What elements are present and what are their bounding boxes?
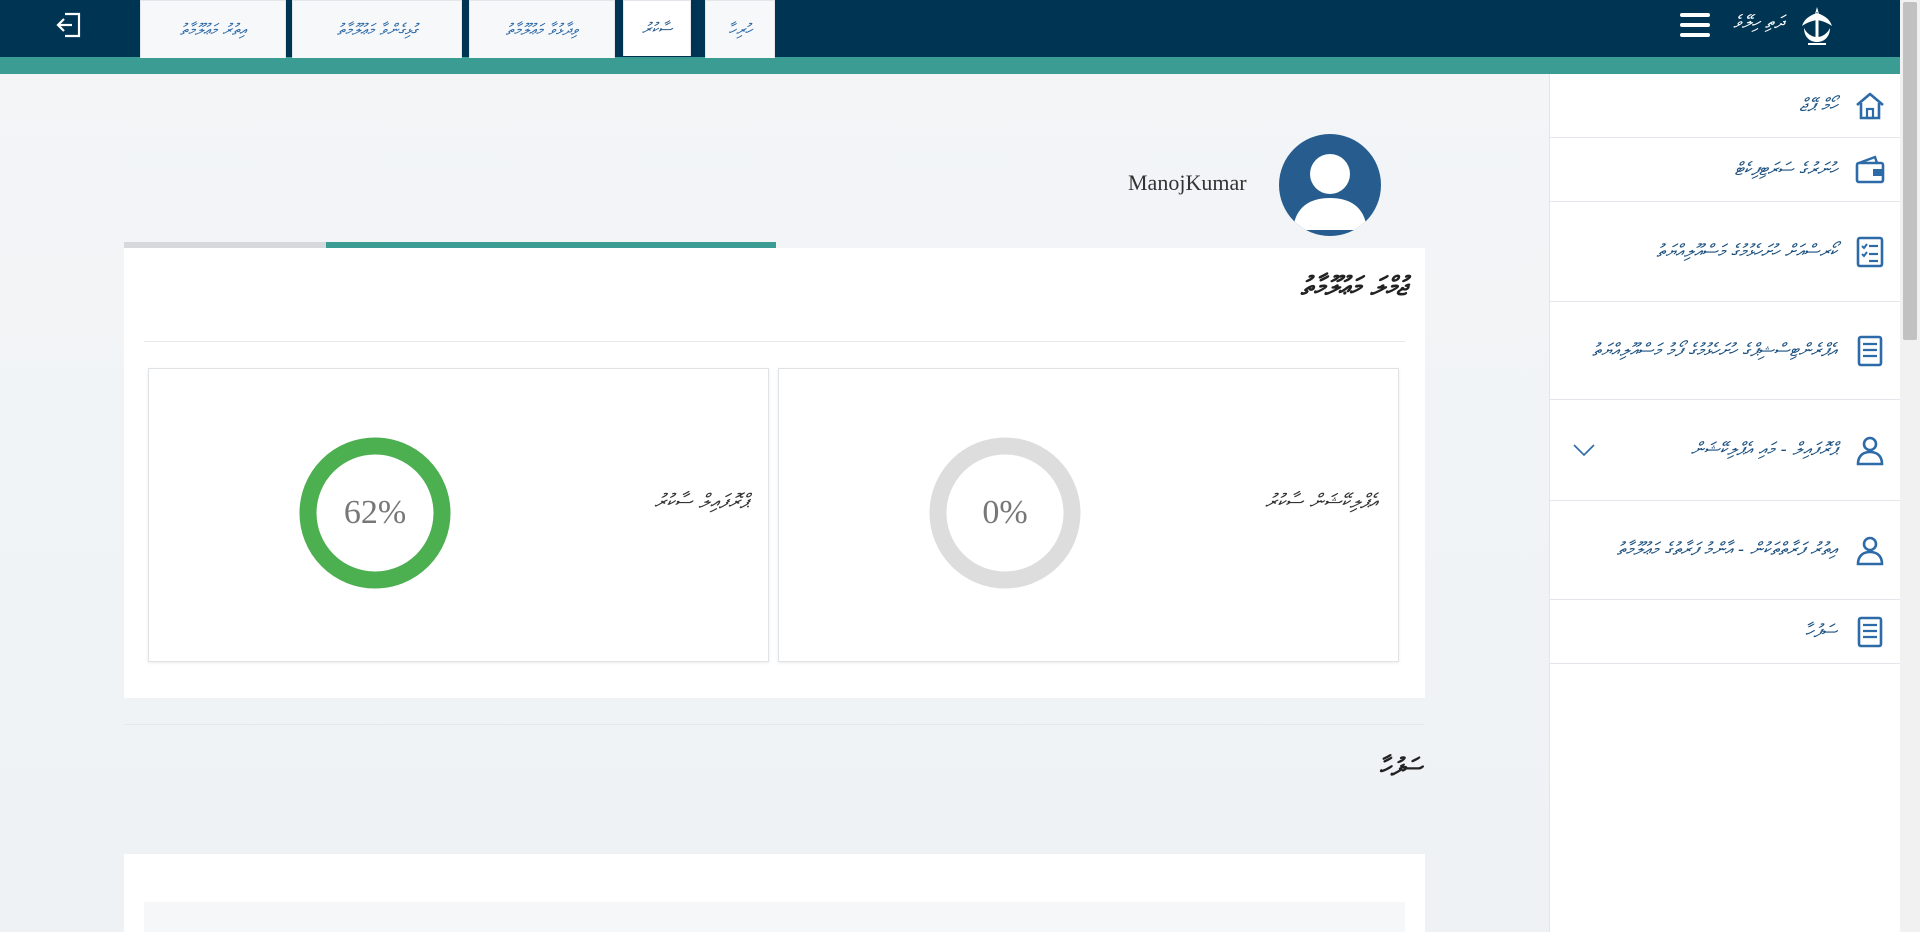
sidebar-item-apprenticeship-applications[interactable]: އެޕްރެންޓިސްޝިޕްގެ ހުށަހެޅުމުގެ ފޯމު މަސ… bbox=[1550, 302, 1901, 400]
profile-score-value: 62% bbox=[343, 494, 407, 531]
tab-info[interactable]: ވިދާޅުވާ މަޢުލޫމާތު bbox=[469, 0, 615, 58]
avatar bbox=[1279, 134, 1381, 236]
sidebar-item-label: އިތުރު ފަރާތްތަކުން - އާންމު ފަރާތުގެ މަ… bbox=[1616, 539, 1837, 560]
table-header bbox=[144, 902, 1405, 932]
hamburger-menu-icon[interactable] bbox=[1678, 10, 1712, 40]
summary-panel: ޖުމްލަ މަޢުލޫމާތު އެޕްލިކޭޝަން ސާކުރު 0%… bbox=[124, 248, 1425, 698]
sidebar-item-label: ހުނަރުގެ ސަރަޓިފިކެޓް bbox=[1734, 158, 1837, 180]
application-score-value: 0% bbox=[982, 494, 1028, 531]
site-title: ދަތި ހިލޭވެ bbox=[1733, 12, 1784, 33]
sidebar-item-home[interactable]: ހޯމް ޕޭޖް bbox=[1550, 74, 1901, 138]
profile-score-card: ޕްރޮފައިލް ސާކުރު 62% bbox=[148, 368, 769, 662]
card-label: އެޕްލިކޭޝަން ސާކުރު bbox=[1265, 489, 1378, 513]
user-icon bbox=[1856, 536, 1884, 566]
chevron-down-icon[interactable] bbox=[1572, 443, 1596, 457]
application-score-card: އެޕްލިކޭޝަން ސާކުރު 0% bbox=[778, 368, 1399, 662]
tab-score[interactable]: ސާކުރު bbox=[623, 0, 691, 56]
scrollbar-thumb[interactable] bbox=[1903, 2, 1917, 340]
sidebar-item-label: އެޕްރެންޓިސްޝިޕްގެ ހުށަހެޅުމުގެ ފޯމު މަސ… bbox=[1592, 339, 1837, 361]
sidebar-item-course-applications[interactable]: ކޯރސްއަށް ހުށަހެޅުމުގެ މަސްއޫލިއްޔަތު bbox=[1550, 202, 1901, 302]
tab-all[interactable]: ހުރިހާ bbox=[705, 0, 775, 58]
sidebar-item-label: ހޯމް ޕޭޖް bbox=[1799, 94, 1837, 116]
sidebar-item-page[interactable]: ސަފުހާ bbox=[1550, 600, 1901, 664]
sidebar-item-public-info[interactable]: އިތުރު ފަރާތްތަކުން - އާންމު ފަރާތުގެ މަ… bbox=[1550, 501, 1901, 600]
emblem-icon bbox=[1802, 7, 1832, 45]
header-stripe bbox=[0, 57, 1900, 74]
checklist-icon bbox=[1856, 236, 1884, 267]
sidebar-item-label: ސަފުހާ bbox=[1804, 620, 1837, 642]
divider bbox=[144, 341, 1405, 342]
tab-related-info[interactable]: ގުޅިގެންވާ މަޢުލޫމާތު bbox=[292, 0, 462, 58]
avatar-user-icon bbox=[1293, 154, 1367, 230]
user-icon bbox=[1856, 436, 1884, 466]
username: ManojKumar bbox=[1128, 170, 1247, 195]
document-icon bbox=[1857, 335, 1883, 366]
panel-title: ޖުމްލަ މަޢުލޫމާތު bbox=[1300, 272, 1407, 302]
document-icon bbox=[1857, 616, 1883, 647]
logout-icon[interactable] bbox=[55, 10, 85, 40]
sidebar-item-label: ކޯރސްއަށް ހުށަހެޅުމުގެ މަސްއޫލިއްޔަތު bbox=[1656, 240, 1837, 262]
sidebar: ހޯމް ޕޭޖް ހުނަރުގެ ސަރަޓިފިކެޓް ކޯރސްއަށ… bbox=[1549, 74, 1901, 932]
card-label: ޕްރޮފައިލް ސާކުރު bbox=[654, 489, 748, 513]
section-title: ސަފުހާ bbox=[1379, 752, 1422, 781]
sidebar-item-label: ޕްރޮފައިލް - މައި އެޕްލިކޭޝަން bbox=[1690, 439, 1837, 460]
sidebar-item-skill-certificate[interactable]: ހުނަރުގެ ސަރަޓިފިކެޓް bbox=[1550, 138, 1901, 202]
tab-more-info[interactable]: އިތުރު މަޢުލޫމާތު bbox=[140, 0, 286, 58]
divider bbox=[124, 724, 1425, 725]
page-panel bbox=[124, 854, 1425, 932]
wallet-icon bbox=[1855, 154, 1885, 183]
scrollbar[interactable] bbox=[1900, 0, 1920, 932]
home-icon bbox=[1856, 92, 1884, 119]
sidebar-item-profile[interactable]: ޕްރޮފައިލް - މައި އެޕްލިކޭޝަން bbox=[1550, 400, 1901, 501]
